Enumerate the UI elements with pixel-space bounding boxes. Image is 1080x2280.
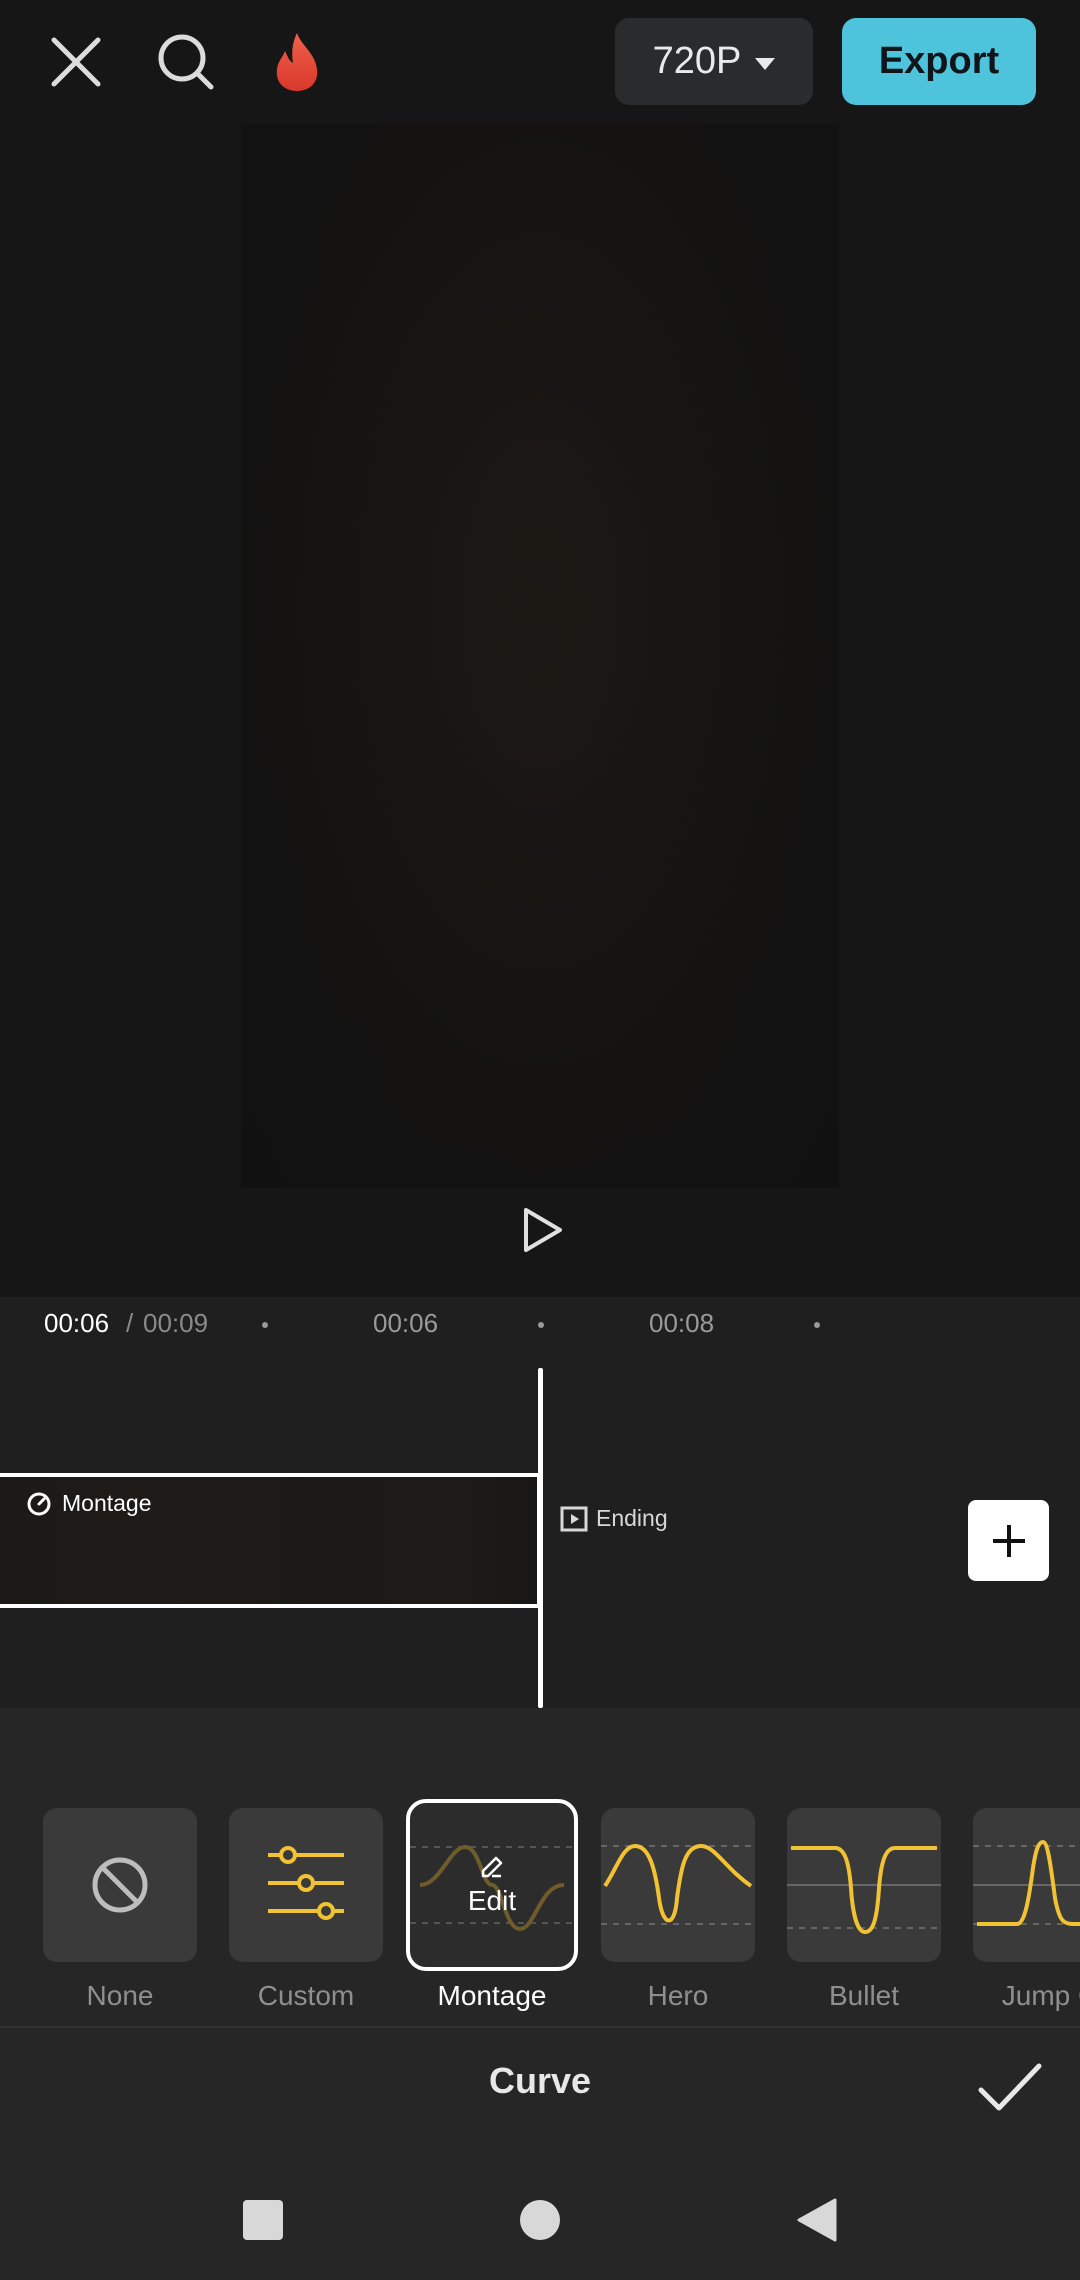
jump-cut-curve-icon bbox=[973, 1839, 1080, 1926]
resolution-selector[interactable]: 720P bbox=[615, 18, 813, 105]
add-clip-button[interactable] bbox=[968, 1500, 1049, 1581]
clip-name: Montage bbox=[62, 1490, 152, 1516]
speed-curve-icon bbox=[27, 1492, 51, 1515]
close-icon bbox=[51, 37, 101, 87]
export-button[interactable]: Export bbox=[842, 18, 1036, 105]
clip-label: Montage bbox=[26, 1490, 152, 1517]
divider bbox=[0, 2026, 1080, 2028]
edit-overlay[interactable]: Edit bbox=[410, 1803, 574, 1967]
curve-label-hero: Hero bbox=[647, 1980, 709, 2011]
hero-curve-icon bbox=[601, 1843, 755, 1925]
curve-label-none: None bbox=[86, 1980, 154, 2011]
video-preview[interactable] bbox=[241, 124, 839, 1188]
curve-label-bullet: Bullet bbox=[828, 1980, 900, 2011]
trending-button[interactable] bbox=[257, 22, 337, 102]
plus-icon bbox=[992, 1524, 1025, 1557]
total-time: 00:09 bbox=[143, 1308, 209, 1338]
confirm-button[interactable] bbox=[975, 2058, 1045, 2118]
tick-dot bbox=[262, 1322, 268, 1328]
recents-button[interactable] bbox=[233, 2190, 293, 2250]
curve-item-custom[interactable] bbox=[229, 1808, 383, 1962]
curve-item-jump-cut[interactable] bbox=[973, 1808, 1080, 1962]
ending-clip[interactable]: Ending bbox=[560, 1505, 668, 1532]
current-time: 00:06 bbox=[44, 1308, 110, 1338]
play-button[interactable] bbox=[510, 1200, 570, 1260]
curve-label-montage: Montage bbox=[437, 1980, 547, 2011]
curve-item-bullet[interactable] bbox=[787, 1808, 941, 1962]
curve-label-jump-cut: Jump C bbox=[1001, 1980, 1080, 2011]
resolution-value: 720P bbox=[652, 40, 742, 82]
panel-title: Curve bbox=[488, 2060, 592, 2101]
chevron-down-icon bbox=[755, 57, 776, 70]
playhead[interactable] bbox=[538, 1368, 543, 1708]
back-triangle-icon bbox=[797, 2198, 837, 2242]
back-button[interactable] bbox=[787, 2190, 847, 2250]
flame-icon bbox=[276, 33, 318, 91]
ending-icon bbox=[560, 1506, 588, 1531]
tick-label: 00:08 bbox=[649, 1308, 715, 1338]
curve-label-custom: Custom bbox=[257, 1980, 355, 2011]
curve-item-hero[interactable] bbox=[601, 1808, 755, 1962]
ending-text: Ending bbox=[596, 1505, 668, 1531]
tick-label: 00:06 bbox=[373, 1308, 439, 1338]
pencil-icon bbox=[481, 1856, 503, 1878]
checkmark-icon bbox=[978, 2063, 1042, 2111]
sliders-icon bbox=[268, 1846, 344, 1920]
play-icon bbox=[524, 1208, 562, 1252]
close-button[interactable] bbox=[36, 22, 116, 102]
tick-dot bbox=[814, 1322, 820, 1328]
search-icon bbox=[158, 34, 214, 90]
square-icon bbox=[243, 2200, 283, 2240]
search-button[interactable] bbox=[146, 22, 226, 102]
bullet-curve-icon bbox=[787, 1846, 941, 1935]
home-button[interactable] bbox=[510, 2190, 570, 2250]
edit-label: Edit bbox=[467, 1885, 517, 1916]
curve-item-montage[interactable]: Edit bbox=[406, 1799, 578, 1971]
tick-dot bbox=[538, 1322, 544, 1328]
curve-item-none[interactable] bbox=[43, 1808, 197, 1962]
circle-icon bbox=[520, 2200, 560, 2240]
time-separator: / bbox=[126, 1308, 134, 1338]
none-icon bbox=[92, 1857, 148, 1913]
